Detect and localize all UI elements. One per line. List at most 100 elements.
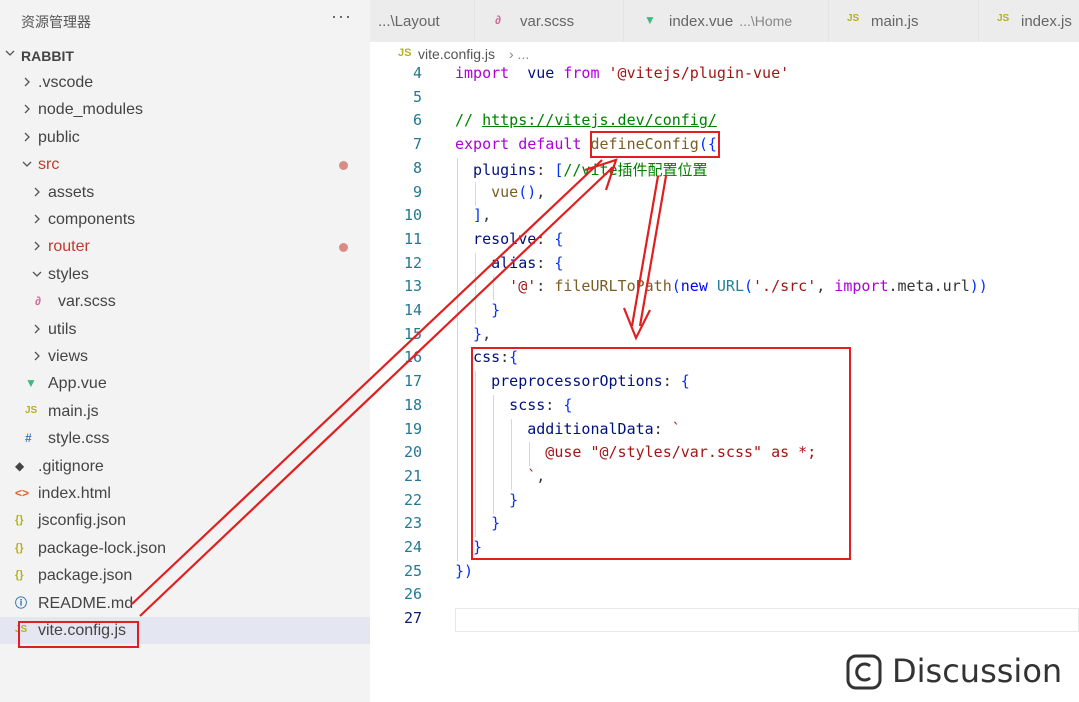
tree-item-assets[interactable]: assets [0, 179, 370, 206]
tab-layout[interactable]: ...\Layout [370, 0, 475, 42]
editor-tabs: ...\Layout ∂ var.scss ▼ index.vue ...\Home JS m… [370, 0, 1079, 42]
indent-guide [475, 418, 477, 443]
code-token: '@' [509, 277, 537, 296]
indent-guide [457, 513, 458, 538]
tree-item-style-css[interactable]: # style.css [0, 425, 370, 452]
code-text: '@': fileURLToPath(new URL('./src', impo… [509, 277, 988, 295]
line-number: 16 [403, 348, 422, 367]
tree-item-index-html[interactable]: <> index.html [0, 480, 370, 507]
code-line[interactable]: 9 vue(), [370, 181, 1079, 206]
tree-item-styles[interactable]: styles [0, 261, 370, 288]
code-editor[interactable]: 4 import vue from '@vitejs/plugin-vue' 5 6 /… [370, 66, 1079, 702]
code-line[interactable]: 12 alias: { [370, 252, 1079, 277]
code-line[interactable]: 24} [370, 537, 1079, 561]
code-token: , [482, 324, 492, 343]
code-line[interactable]: 25}) [370, 561, 1079, 585]
code-line[interactable]: 16 css:{ [370, 347, 1079, 372]
tree-item-label: styles [48, 265, 89, 283]
tree-item-label: public [38, 128, 80, 146]
code-line[interactable]: 14} [370, 300, 1079, 324]
code-line[interactable]: 26 [370, 584, 1079, 608]
code-line[interactable]: 13 '@': fileURLToPath(new URL('./src', im… [370, 276, 1079, 301]
code-token: ( [671, 277, 681, 296]
code-line[interactable]: 23} [370, 513, 1079, 538]
tree-item-components[interactable]: components [0, 206, 370, 233]
code-token: new [680, 277, 708, 296]
code-line[interactable]: 22} [370, 489, 1079, 514]
code-token: () [518, 182, 537, 201]
code-line[interactable]: 20 @use "@/styles/var.scss" as *; [370, 442, 1079, 467]
code-token: ] [473, 206, 483, 225]
tree-item-package-lock-json[interactable]: {} package-lock.json [0, 535, 370, 562]
code-token: , [536, 182, 546, 201]
tree-item-label: router [48, 238, 90, 256]
code-line[interactable]: 21 `, [370, 465, 1079, 490]
code-text: }, [473, 325, 491, 343]
code-text: plugins: [//vite插件配置位置 [473, 159, 708, 180]
indent-guide [475, 252, 477, 277]
more-actions-icon[interactable]: ··· [331, 6, 352, 27]
tree-item-node-modules[interactable]: node_modules [0, 96, 370, 123]
code-text: additionalData: ` [527, 420, 681, 438]
line-number: 19 [403, 419, 422, 438]
code-line[interactable]: 11 resolve: { [370, 228, 1079, 253]
tree-item-src[interactable]: src [0, 151, 370, 178]
code-text: }) [455, 562, 473, 580]
code-token: } [491, 301, 501, 319]
tree-item-package-json[interactable]: {} package.json [0, 562, 370, 589]
tree-item-public[interactable]: public [0, 124, 370, 151]
breadcrumb-symbols[interactable]: › ... [509, 46, 529, 62]
indent-guide [457, 347, 458, 372]
code-line[interactable]: 17 preprocessorOptions: { [370, 371, 1079, 396]
js-file-icon: JS [15, 624, 28, 635]
tree-item-main-js[interactable]: JS main.js [0, 398, 370, 425]
tab-index-js[interactable]: JS index.js [979, 0, 1079, 42]
tree-item-router[interactable]: router [0, 233, 370, 260]
tree-item-readme-md[interactable]: ⓘ README.md [0, 590, 370, 617]
tab-var-scss[interactable]: ∂ var.scss [475, 0, 624, 42]
code-token: default [518, 135, 582, 154]
code-line[interactable]: 6 // https://vitejs.dev/config/ [370, 110, 1079, 134]
code-text: `, [527, 467, 545, 485]
code-text: resolve: { [473, 230, 563, 248]
code-line[interactable]: 18 scss: { [370, 394, 1079, 419]
tree-item-label: App.vue [48, 375, 107, 393]
tree-item-views[interactable]: views [0, 343, 370, 370]
code-line[interactable]: 27 [370, 608, 1079, 633]
tree-item-var-scss[interactable]: ∂ var.scss [0, 288, 370, 315]
code-token: @use "@/styles/var.scss" as *; [545, 443, 817, 462]
tree-item-label: package.json [38, 567, 133, 585]
breadcrumb-file[interactable]: vite.config.js [418, 46, 495, 62]
tree-item-label: node_modules [38, 101, 143, 119]
code-line[interactable]: 15}, [370, 323, 1079, 348]
code-line[interactable]: 7 export default defineConfig({ [370, 134, 1079, 158]
code-token: ({ [698, 135, 717, 154]
indent-guide [493, 465, 495, 490]
tree-item-label: var.scss [58, 293, 116, 311]
line-number: 12 [403, 253, 422, 272]
code-text: } [491, 301, 500, 319]
code-text: } [473, 538, 482, 556]
code-line[interactable]: 8 plugins: [//vite插件配置位置 [370, 157, 1079, 182]
code-line[interactable]: 19 additionalData: ` [370, 418, 1079, 443]
tree-item-gitignore[interactable]: ◆ .gitignore [0, 453, 370, 480]
tree-item-app-vue[interactable]: ▼ App.vue [0, 370, 370, 397]
code-line[interactable]: 4 import vue from '@vitejs/plugin-vue' [370, 66, 1079, 87]
tree-item-utils[interactable]: utils [0, 316, 370, 343]
vue-file-icon: ▼ [25, 376, 37, 391]
tree-item-jsconfig-json[interactable]: {} jsconfig.json [0, 507, 370, 534]
tree-item-label: README.md [38, 594, 134, 612]
tree-item-label: style.css [48, 430, 110, 448]
code-line[interactable]: 5 [370, 87, 1079, 111]
code-line[interactable]: 10], [370, 205, 1079, 230]
info-file-icon: ⓘ [15, 595, 28, 610]
indent-guide [493, 394, 495, 419]
project-root[interactable]: RABBIT [0, 42, 370, 69]
tab-main-js[interactable]: JS main.js [829, 0, 979, 42]
json-file-icon: {} [15, 569, 24, 582]
indent-guide [475, 394, 477, 419]
tab-index-vue[interactable]: ▼ index.vue ...\Home [624, 0, 829, 42]
tree-item-vite-config-js[interactable]: JS vite.config.js [0, 617, 370, 644]
tree-item-vscode[interactable]: .vscode [0, 69, 370, 96]
